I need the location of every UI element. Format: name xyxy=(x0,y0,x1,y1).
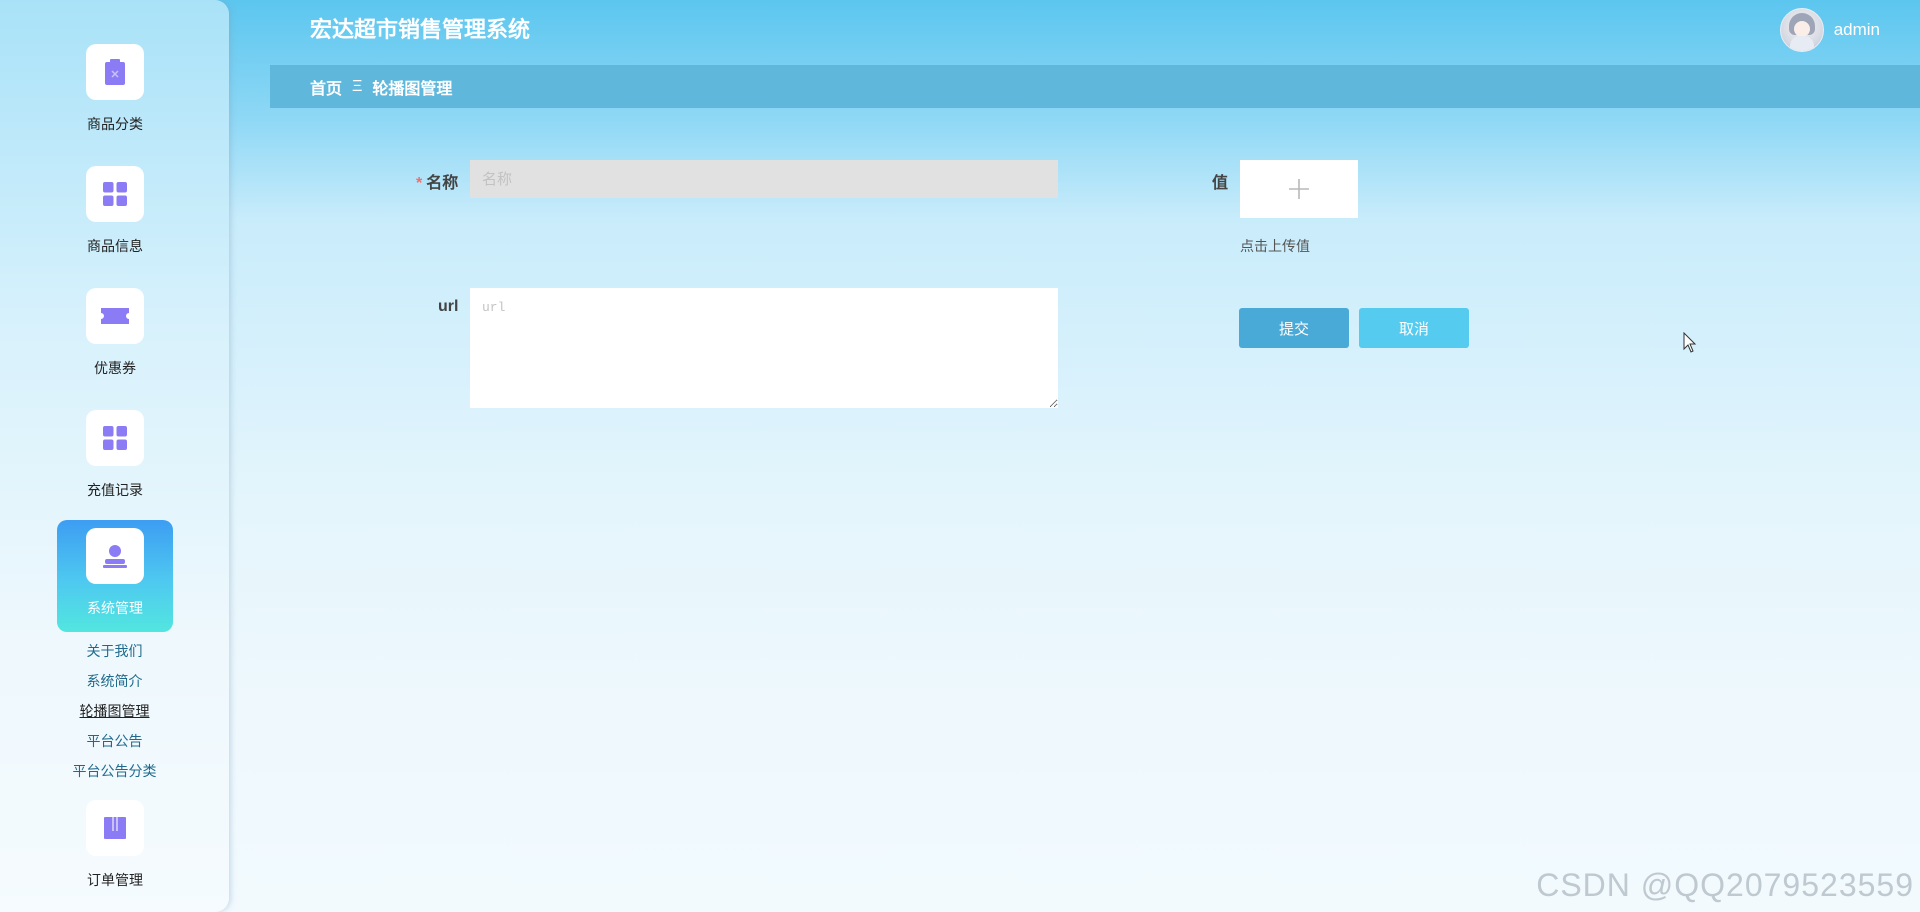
user-menu[interactable]: admin xyxy=(1779,8,1880,52)
watermark: CSDN @QQ2079523559 xyxy=(1536,867,1914,903)
breadcrumb-separator: Ξ xyxy=(352,77,363,95)
submenu-item-system-intro[interactable]: 系统简介 xyxy=(0,666,229,696)
value-field-label: 值 xyxy=(1212,175,1229,192)
book-icon xyxy=(86,800,144,856)
sidebar-item-label: 充值记录 xyxy=(87,482,143,498)
sidebar-item-label: 商品分类 xyxy=(87,116,143,132)
grid-icon xyxy=(86,166,144,222)
sidebar-item-product-category[interactable]: 商品分类 xyxy=(57,36,173,148)
sidebar-item-label: 系统管理 xyxy=(87,600,143,616)
submenu-item-about-us[interactable]: 关于我们 xyxy=(0,636,229,666)
username: admin xyxy=(1833,20,1880,39)
url-field-label: url xyxy=(438,298,459,315)
sidebar-item-label: 订单管理 xyxy=(87,872,143,888)
submenu-item-notice-category[interactable]: 平台公告分类 xyxy=(0,756,229,786)
name-label-text: 名称 xyxy=(426,175,459,192)
cancel-button[interactable]: 取消 xyxy=(1359,308,1469,348)
url-textarea[interactable] xyxy=(470,288,1058,408)
plus-icon xyxy=(1289,179,1309,199)
name-field-label: * 名称 xyxy=(416,169,458,193)
sidebar-item-recharge-records[interactable]: 充值记录 xyxy=(57,402,173,514)
ticket-icon xyxy=(86,288,144,344)
user-icon xyxy=(86,528,144,584)
breadcrumb: 首页 Ξ 轮播图管理 xyxy=(270,65,1920,108)
submenu-item-platform-notice[interactable]: 平台公告 xyxy=(0,726,229,756)
sidebar-item-system-management[interactable]: 系统管理 xyxy=(57,520,173,632)
sidebar-item-label: 商品信息 xyxy=(87,238,143,254)
sidebar-item-coupon[interactable]: 优惠券 xyxy=(57,280,173,392)
upload-hint: 点击上传值 xyxy=(1240,238,1310,254)
grid-icon xyxy=(86,410,144,466)
sidebar-item-order-management[interactable]: 订单管理 xyxy=(57,792,173,904)
mouse-cursor-icon xyxy=(1683,331,1697,359)
required-mark: * xyxy=(416,175,423,192)
clipboard-icon xyxy=(86,44,144,100)
system-submenu: 关于我们 系统简介 轮播图管理 平台公告 平台公告分类 xyxy=(0,636,229,786)
submit-button[interactable]: 提交 xyxy=(1239,308,1349,348)
sidebar-item-product-info[interactable]: 商品信息 xyxy=(57,158,173,270)
sidebar-item-label: 优惠券 xyxy=(94,360,136,376)
submenu-item-carousel-management[interactable]: 轮播图管理 xyxy=(0,696,229,726)
breadcrumb-current: 轮播图管理 xyxy=(372,80,453,98)
sidebar: 商品分类 商品信息 优惠券 充值记录 系统管理 关于我们 系统简介 轮播图管理 … xyxy=(0,0,229,912)
avatar[interactable] xyxy=(1779,8,1824,52)
image-upload-button[interactable] xyxy=(1240,160,1358,218)
name-input[interactable] xyxy=(470,160,1058,198)
breadcrumb-home-link[interactable]: 首页 xyxy=(310,75,342,99)
app-title: 宏达超市销售管理系统 xyxy=(310,17,531,42)
